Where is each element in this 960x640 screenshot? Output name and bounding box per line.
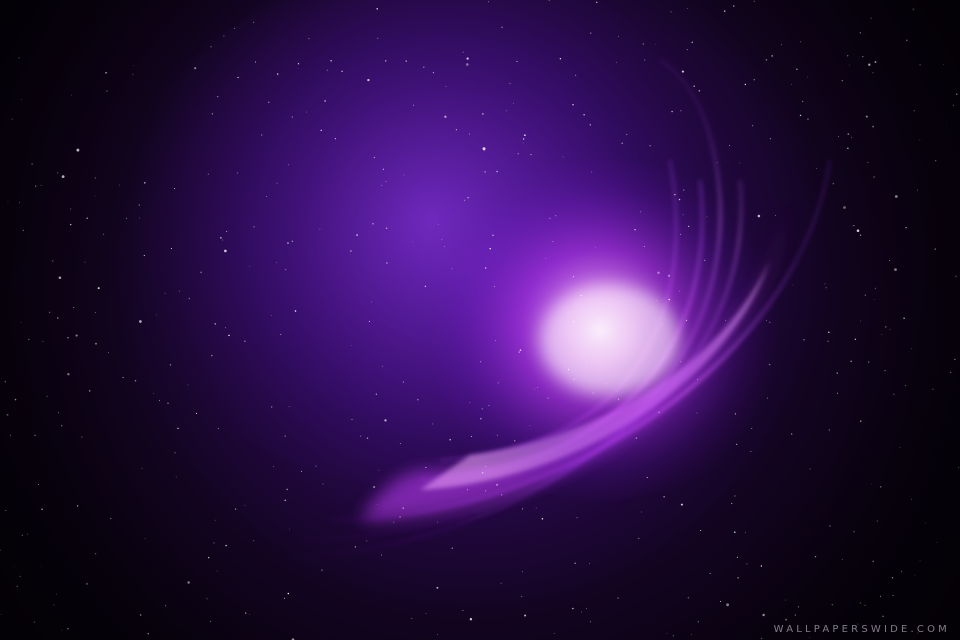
wallpaper-canvas: WALLPAPERSWIDE.COM [0,0,960,640]
watermark-text: WALLPAPERSWIDE.COM [773,624,950,635]
space-nebula-artwork [0,0,960,640]
vignette [0,0,960,640]
